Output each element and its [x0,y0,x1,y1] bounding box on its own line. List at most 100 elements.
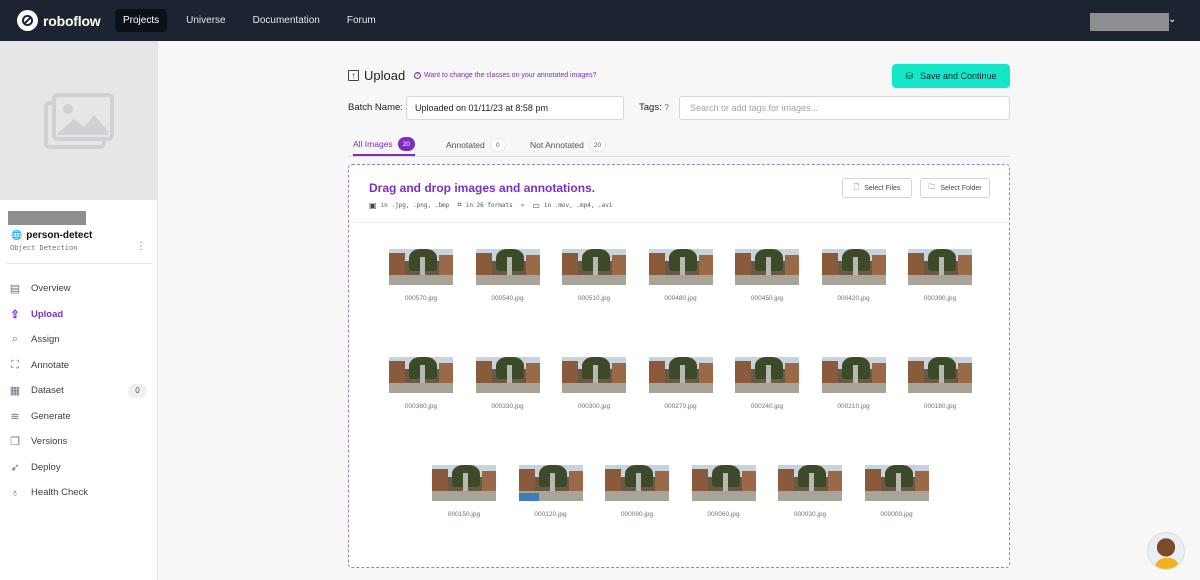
rocket-icon: ➶ [10,461,20,474]
image-thumbnail[interactable] [432,465,496,501]
nav-item-universe[interactable]: Universe [178,9,233,32]
image-card[interactable]: 000420.jpg [821,249,886,302]
image-filename: 000480.jpg [664,295,697,302]
image-thumbnail[interactable] [562,249,626,285]
annotation-formats: in 26 formats [465,201,513,209]
sidebar-item-assign[interactable]: ⌕ Assign [0,327,158,353]
image-thumbnail[interactable] [908,249,972,285]
tags-help-icon[interactable]: ? [664,103,668,112]
project-thumbnail [0,41,158,200]
image-card[interactable]: 000180.jpg [908,357,972,410]
image-card[interactable]: 000240.jpg [735,357,799,410]
image-thumbnail[interactable] [821,249,886,285]
image-thumbnail[interactable] [389,357,453,393]
sidebar-item-label: Generate [31,410,71,422]
sidebar-menu: ▤ Overview ⇪ Upload ⌕ Assign ⛶ Annotate ▦ Dataset… [0,276,158,506]
sidebar-item-generate[interactable]: ≋ Generate [0,404,158,430]
nav-item-documentation[interactable]: Documentation [245,9,328,32]
user-menu[interactable] [1090,13,1169,31]
image-filename: 000090.jpg [620,511,654,518]
image-thumbnail[interactable] [908,357,972,393]
image-thumbnail[interactable] [648,357,713,393]
sidebar-item-upload[interactable]: ⇪ Upload [0,302,158,328]
sidebar-item-label: Health Check [31,487,89,499]
image-thumbnail[interactable] [735,249,799,285]
image-card[interactable]: 000510.jpg [562,249,626,302]
chevron-down-icon[interactable]: ⌄ [1168,14,1176,25]
image-thumbnail[interactable] [821,357,886,393]
image-card[interactable]: 000090.jpg [605,465,669,518]
image-thumbnail[interactable] [475,357,540,393]
sidebar-item-dataset[interactable]: ▦ Dataset 0 [0,378,158,404]
image-filename: 000240.jpg [750,403,784,410]
image-card[interactable]: 000000.jpg [864,465,929,518]
image-icon: ▣ [369,200,377,210]
upload-icon: ↑ [348,70,359,81]
image-card[interactable]: 000060.jpg [691,465,756,518]
tab-all-images[interactable]: All Images 20 [353,134,415,156]
batch-name-input[interactable]: Uploaded on 01/11/23 at 8:58 pm [406,96,624,120]
support-chat-avatar[interactable] [1147,532,1185,570]
dropzone-divider [349,222,1009,223]
image-card[interactable]: 000360.jpg [389,357,453,410]
tab-not-annotated[interactable]: Not Annotated 20 [530,134,607,156]
upload-icon: ⇪ [10,308,20,321]
image-thumbnail[interactable] [778,465,842,501]
image-thumbnail[interactable] [475,249,540,285]
sidebar-item-overview[interactable]: ▤ Overview [0,276,158,302]
image-thumbnail[interactable] [562,357,626,393]
image-thumbnail[interactable] [864,465,929,501]
image-thumbnail[interactable] [389,249,453,285]
image-filename: 000510.jpg [577,295,611,302]
image-filename: 000150.jpg [447,511,481,518]
save-and-continue-button[interactable]: ⛁ Save and Continue [892,64,1010,88]
change-classes-link[interactable]: ? Want to change the classes on your ann… [414,72,597,79]
roboflow-logo-icon [17,10,38,31]
image-card[interactable]: 000390.jpg [908,249,972,302]
image-thumbnail[interactable] [605,465,669,501]
sidebar-item-deploy[interactable]: ➶ Deploy [0,455,158,481]
sidebar-item-label: Upload [31,308,64,320]
image-thumbnail[interactable] [735,357,799,393]
folder-icon: 🗀 [928,183,936,191]
image-card[interactable]: 000480.jpg [648,249,713,302]
formats-expand-icon[interactable]: » [521,202,525,209]
image-card[interactable]: 000300.jpg [562,357,626,410]
image-card[interactable]: 000540.jpg [475,249,540,302]
sidebar-item-annotate[interactable]: ⛶ Annotate [0,353,158,379]
tags-input[interactable]: Search or add tags for images... [679,96,1010,120]
image-filename: 000360.jpg [404,403,438,410]
image-card[interactable]: 000030.jpg [778,465,842,518]
sidebar-item-label: Assign [31,334,60,346]
supported-formats: ▣ in .jpg, .png, .bmp ⌗ in 26 formats » ▭ i… [369,200,621,210]
tab-annotated[interactable]: Annotated 0 [446,134,506,156]
tab-label: All Images [353,139,393,149]
image-filename: 000210.jpg [837,403,870,410]
image-card[interactable]: 000270.jpg [648,357,713,410]
project-title: 🌐 person-detect [11,230,92,241]
select-folder-button[interactable]: 🗀 Select Folder [920,178,990,198]
kebab-menu-icon[interactable]: ⋮ [136,241,146,252]
image-filename: 000540.jpg [491,295,524,302]
image-card[interactable]: 000570.jpg [389,249,453,302]
nav-item-forum[interactable]: Forum [339,9,384,32]
select-files-button[interactable]: 🗋 Select Files [842,178,912,198]
image-card[interactable]: 000330.jpg [475,357,540,410]
sidebar-item-health-check[interactable]: ♁ Health Check [0,480,158,506]
image-thumbnail[interactable] [518,465,583,501]
change-classes-text[interactable]: Want to change the classes on your annot… [424,72,597,79]
page-title: ↑ Upload [348,68,405,83]
sidebar-item-versions[interactable]: ❐ Versions [0,429,158,455]
nav-item-projects[interactable]: Projects [115,9,168,32]
video-formats: in .mov, .mp4, .avi [543,201,613,209]
image-filename: 000300.jpg [577,403,611,410]
image-card[interactable]: 000450.jpg [735,249,799,302]
roboflow-logo[interactable]: roboflow [17,10,115,31]
image-thumbnail[interactable] [691,465,756,501]
image-card[interactable]: 000210.jpg [821,357,886,410]
image-filename: 000000.jpg [880,511,913,518]
upload-dropzone[interactable]: Drag and drop images and annotations. ▣ i… [348,164,1010,568]
image-thumbnail[interactable] [648,249,713,285]
image-card[interactable]: 000150.jpg [432,465,496,518]
image-card[interactable]: 000120.jpg [518,465,583,518]
